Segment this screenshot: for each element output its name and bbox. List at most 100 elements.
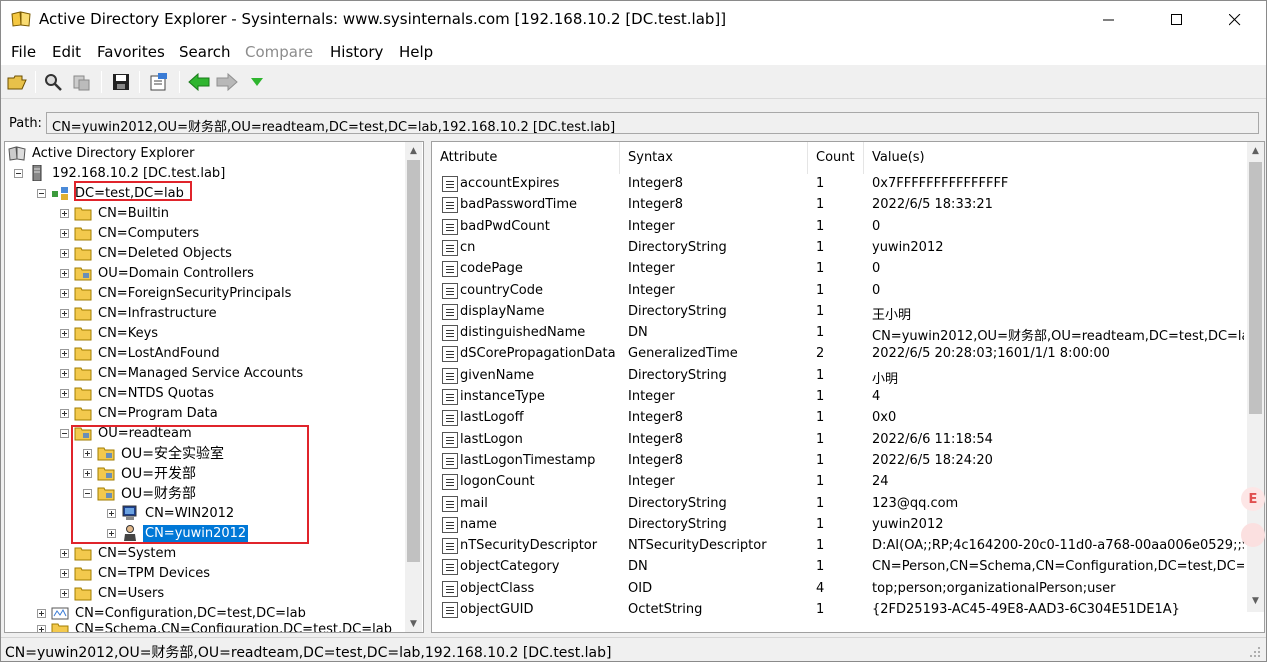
connect-button[interactable] <box>41 70 65 94</box>
expand-toggle[interactable] <box>60 548 69 558</box>
scroll-up-icon[interactable]: ▲ <box>1247 142 1264 159</box>
attribute-row[interactable]: objectGUID OctetString 1 {2FD25193-AC45-49E… <box>432 600 1248 621</box>
tree-node-root[interactable]: Active Directory Explorer <box>8 143 197 163</box>
tree-node-users[interactable]: CN=Users <box>60 583 166 603</box>
attribute-row[interactable]: name DirectoryString 1 yuwin2012 <box>432 515 1248 536</box>
expand-toggle[interactable] <box>60 388 69 398</box>
expand-toggle[interactable] <box>60 248 69 258</box>
tree-node-infrastructure[interactable]: CN=Infrastructure <box>60 303 219 323</box>
column-values[interactable]: Value(s) <box>864 142 1248 174</box>
tree-node-server[interactable]: 192.168.10.2 [DC.test.lab] <box>14 163 227 183</box>
attribute-row[interactable]: mail DirectoryString 1 123@qq.com <box>432 494 1248 515</box>
tree-node-program-data[interactable]: CN=Program Data <box>60 403 220 423</box>
tree-node-managed-service-accounts[interactable]: CN=Managed Service Accounts <box>60 363 305 383</box>
column-count[interactable]: Count <box>808 142 864 174</box>
attribute-count: 1 <box>816 559 825 575</box>
expand-toggle[interactable] <box>60 268 69 278</box>
menu-history[interactable]: History <box>330 43 383 61</box>
attribute-row[interactable]: logonCount Integer 1 24 <box>432 472 1248 493</box>
tree-node-foreign-security-principals[interactable]: CN=ForeignSecurityPrincipals <box>60 283 293 303</box>
tree-node-keys[interactable]: CN=Keys <box>60 323 160 343</box>
scroll-thumb[interactable] <box>407 160 420 562</box>
close-button[interactable] <box>1212 1 1258 39</box>
expand-toggle[interactable] <box>37 608 46 618</box>
attribute-row[interactable]: instanceType Integer 1 4 <box>432 387 1248 408</box>
attribute-row[interactable]: lastLogon Integer8 1 2022/6/6 11:18:54 <box>432 430 1248 451</box>
attribute-row[interactable]: displayName DirectoryString 1 王小明 <box>432 302 1248 323</box>
menu-favorites[interactable]: Favorites <box>97 43 165 61</box>
scroll-down-icon[interactable]: ▼ <box>1247 592 1264 609</box>
expand-toggle[interactable] <box>60 408 69 418</box>
open-button[interactable] <box>5 70 29 94</box>
floating-widget[interactable] <box>1241 523 1265 547</box>
attribute-row[interactable]: badPasswordTime Integer8 1 2022/6/5 18:33:2… <box>432 195 1248 216</box>
attribute-value: 小明 <box>872 371 899 387</box>
tree-node-domain-controllers[interactable]: OU=Domain Controllers <box>60 263 256 283</box>
tree-node-deleted-objects[interactable]: CN=Deleted Objects <box>60 243 234 263</box>
menu-edit[interactable]: Edit <box>52 43 81 61</box>
tree-node-configuration[interactable]: CN=Configuration,DC=test,DC=lab <box>37 603 308 623</box>
attribute-icon <box>442 580 458 597</box>
attribute-row[interactable]: countryCode Integer 1 0 <box>432 281 1248 302</box>
attribute-syntax: DirectoryString <box>628 303 727 319</box>
maximize-button[interactable] <box>1154 1 1200 39</box>
column-attribute[interactable]: Attribute <box>432 142 620 174</box>
save-button[interactable] <box>109 70 133 94</box>
menu-file[interactable]: File <box>11 43 36 61</box>
properties-button[interactable] <box>147 70 171 94</box>
back-button[interactable] <box>187 70 211 94</box>
resize-grip-icon[interactable] <box>1249 646 1261 658</box>
disconnect-button[interactable] <box>69 70 93 94</box>
folder-icon <box>74 547 92 561</box>
attribute-row[interactable]: codePage Integer 1 0 <box>432 259 1248 280</box>
floating-widget-e[interactable]: E <box>1241 487 1265 511</box>
expand-toggle[interactable] <box>60 308 69 318</box>
attribute-list[interactable]: Attribute Syntax Count Value(s) accountE… <box>431 141 1265 633</box>
tree-node-schema[interactable]: CN=Schema,CN=Configuration,DC=test,DC=la… <box>37 623 394 632</box>
tree-node-system[interactable]: CN=System <box>60 543 178 563</box>
minimize-button[interactable] <box>1086 1 1132 39</box>
attribute-count: 1 <box>816 389 825 404</box>
tree-node-computers[interactable]: CN=Computers <box>60 223 201 243</box>
attribute-row[interactable]: objectCategory DN 1 CN=Person,CN=Schema,CN=… <box>432 557 1248 578</box>
attribute-row[interactable]: givenName DirectoryString 1 小明 <box>432 366 1248 387</box>
collapse-toggle[interactable] <box>37 188 46 198</box>
expand-toggle[interactable] <box>60 328 69 338</box>
history-dropdown-button[interactable] <box>245 70 269 94</box>
collapse-toggle[interactable] <box>14 168 23 178</box>
menu-help[interactable]: Help <box>399 43 433 61</box>
tree-node-builtin[interactable]: CN=Builtin <box>60 203 171 223</box>
attribute-row[interactable]: lastLogoff Integer8 1 0x0 <box>432 408 1248 429</box>
attribute-row[interactable]: objectClass OID 4 top;person;organizational… <box>432 579 1248 600</box>
tree-node-lost-and-found[interactable]: CN=LostAndFound <box>60 343 222 363</box>
column-syntax[interactable]: Syntax <box>620 142 808 174</box>
expand-toggle[interactable] <box>37 624 46 632</box>
scroll-down-icon[interactable]: ▼ <box>405 615 422 632</box>
collapse-toggle[interactable] <box>60 428 69 438</box>
attribute-row[interactable]: nTSecurityDescriptor NTSecurityDescriptor… <box>432 536 1248 557</box>
path-field[interactable]: CN=yuwin2012,OU=财务部,OU=readteam,DC=test,… <box>46 112 1259 134</box>
scroll-up-icon[interactable]: ▲ <box>405 142 422 159</box>
attribute-row[interactable]: dSCorePropagationData GeneralizedTime 2 202… <box>432 344 1248 365</box>
tree-node-ntds-quotas[interactable]: CN=NTDS Quotas <box>60 383 216 403</box>
attribute-row[interactable]: distinguishedName DN 1 CN=yuwin2012,OU=财务部,… <box>432 323 1248 344</box>
tree-node-tpm-devices[interactable]: CN=TPM Devices <box>60 563 212 583</box>
expand-toggle[interactable] <box>60 348 69 358</box>
expand-toggle[interactable] <box>60 288 69 298</box>
tree-pane[interactable]: Active Directory Explorer 192.168.10.2 [… <box>4 141 424 633</box>
expand-toggle[interactable] <box>60 368 69 378</box>
scroll-thumb[interactable] <box>1249 162 1262 414</box>
attribute-count: 1 <box>816 261 825 277</box>
attribute-row[interactable]: lastLogonTimestamp Integer8 1 2022/6/5 18:2… <box>432 451 1248 472</box>
expand-toggle[interactable] <box>60 228 69 238</box>
menu-search[interactable]: Search <box>179 43 231 61</box>
attribute-row[interactable]: badPwdCount Integer 1 0 <box>432 217 1248 238</box>
expand-toggle[interactable] <box>60 568 69 578</box>
menu-compare[interactable]: Compare <box>245 43 313 61</box>
expand-toggle[interactable] <box>60 208 69 218</box>
attribute-row[interactable]: cn DirectoryString 1 yuwin2012 <box>432 238 1248 259</box>
expand-toggle[interactable] <box>60 588 69 598</box>
attribute-row[interactable]: accountExpires Integer8 1 0x7FFFFFFFFFFFFFF… <box>432 174 1248 195</box>
forward-button[interactable] <box>215 70 239 94</box>
tree-scrollbar[interactable]: ▲ ▼ <box>405 142 422 632</box>
